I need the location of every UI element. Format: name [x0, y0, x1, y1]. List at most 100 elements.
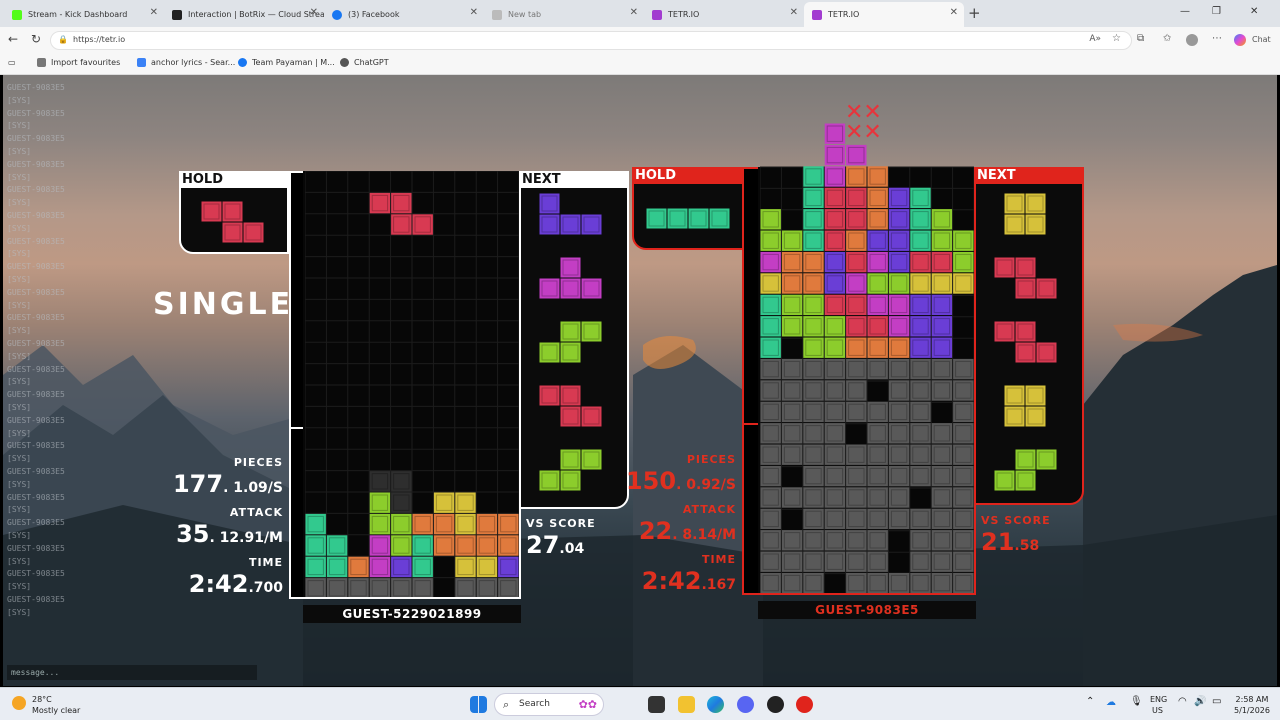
battery-icon[interactable]: ▭: [1212, 697, 1221, 707]
edge-icon[interactable]: [707, 696, 724, 713]
mino-block: [888, 380, 910, 401]
close-tab-icon[interactable]: ✕: [470, 7, 478, 18]
new-tab-plus-icon[interactable]: +: [968, 4, 981, 22]
mino-block: [867, 508, 888, 530]
microphone-icon[interactable]: 🎙: [1130, 697, 1143, 707]
tab-facebook[interactable]: (3) Facebook ✕: [324, 2, 484, 27]
close-tab-icon[interactable]: ✕: [150, 7, 158, 18]
weather-icon[interactable]: [12, 696, 26, 710]
kick-icon: [12, 9, 22, 20]
onedrive-icon[interactable]: ☁: [1106, 698, 1116, 708]
mino-block: [803, 166, 824, 187]
chat-line: GUEST-9083E5: [7, 262, 65, 272]
mino-block: [953, 508, 974, 530]
mino-block: [760, 380, 781, 401]
mino-block: [824, 487, 846, 508]
mino-block: [846, 209, 867, 230]
chat-line: GUEST-9083E5: [7, 211, 65, 220]
discord-icon[interactable]: [737, 696, 754, 713]
task-view-icon[interactable]: [648, 696, 665, 713]
mino-block: [888, 401, 910, 423]
url-input[interactable]: 🔒 https://tetr.io A» ☆: [50, 31, 1132, 50]
mino-block: [846, 187, 867, 209]
favorite-star-icon[interactable]: ☆: [1112, 33, 1121, 44]
tab-botrix[interactable]: Interaction | BotRix — Cloud Stream ✕: [164, 2, 324, 27]
recording-app-icon[interactable]: [796, 696, 813, 713]
restore-icon[interactable]: ❐: [1212, 6, 1221, 17]
mino-block: [910, 358, 931, 380]
left-attack-rate: . 12.91/M: [209, 530, 283, 546]
extensions-icon[interactable]: ⧉: [1137, 33, 1144, 44]
close-tab-icon[interactable]: ✕: [630, 7, 638, 18]
file-explorer-icon[interactable]: [678, 696, 695, 713]
start-windows-icon[interactable]: [470, 696, 487, 713]
copilot-icon[interactable]: [1234, 34, 1246, 46]
taskbar-search-input[interactable]: ⌕ Search ✿✿: [494, 693, 604, 716]
mino-block: [867, 209, 888, 230]
right-time-ms: .167: [701, 577, 736, 593]
minimize-icon[interactable]: —: [1180, 6, 1190, 17]
mino-block: [803, 444, 824, 465]
more-menu-icon[interactable]: ⋯: [1212, 33, 1222, 44]
left-time-value: 2:42.700: [133, 570, 283, 598]
back-icon[interactable]: ←: [8, 32, 18, 46]
left-pieces-label: PIECES: [233, 456, 283, 469]
close-tab-icon[interactable]: ✕: [950, 7, 958, 18]
close-tab-icon[interactable]: ✕: [790, 7, 798, 18]
tetrio-game-area: GUEST-9083E5 [SYS] GUEST-9083E5 [SYS] GUEST-…: [3, 75, 1277, 686]
tray-chevron-icon[interactable]: ⌃: [1086, 697, 1094, 707]
mino-block: [910, 572, 931, 593]
mino-block: [781, 358, 803, 380]
profile-avatar-icon[interactable]: [1186, 34, 1198, 46]
mino-block: [824, 551, 846, 572]
clear-type-text: SINGLE: [153, 287, 294, 322]
clock-date[interactable]: 5/1/2026: [1230, 706, 1274, 716]
clock-time[interactable]: 2:58 AM: [1230, 695, 1274, 705]
mino-block: [803, 337, 824, 358]
mino-block: [760, 251, 781, 273]
tab-tetrio-1[interactable]: TETR.IO ✕: [644, 2, 804, 27]
mino-block: [910, 444, 931, 465]
mino-block: [305, 556, 326, 578]
chat-label[interactable]: Chat: [1252, 35, 1271, 44]
left-hold-label: HOLD: [179, 171, 289, 188]
chat-line: GUEST-9083E5: [7, 595, 65, 604]
close-tab-icon[interactable]: ✕: [310, 7, 318, 18]
top-out-x-marks-icon: ✕✕ ✕✕: [845, 100, 882, 145]
mino-block: [369, 492, 391, 513]
mino-block: [348, 556, 369, 578]
favorites-icon[interactable]: ✩: [1163, 33, 1171, 44]
mino-block: [498, 556, 519, 578]
mino-block: [846, 572, 867, 593]
close-window-icon[interactable]: ✕: [1250, 6, 1258, 17]
volume-icon[interactable]: 🔊: [1194, 697, 1206, 707]
mino-block: [498, 513, 519, 535]
chat-line: GUEST-9083E5: [7, 467, 65, 476]
tab-new[interactable]: New tab ✕: [484, 2, 644, 27]
favorite-chatgpt[interactable]: ChatGPT: [340, 58, 389, 67]
app-icon[interactable]: [767, 696, 784, 713]
tetrio-icon: [812, 9, 822, 20]
favorite-import[interactable]: Import favourites: [37, 58, 120, 67]
mino-block: [888, 444, 910, 465]
mino-block: [760, 423, 781, 444]
favorite-anchor-lyrics[interactable]: anchor lyrics - Sear...: [137, 58, 235, 67]
refresh-icon[interactable]: ↻: [31, 32, 41, 46]
right-hold-label: HOLD: [632, 167, 744, 184]
chat-line: [SYS]: [7, 454, 32, 464]
tab-kick[interactable]: Stream - Kick Dashboard ✕: [4, 2, 164, 27]
wifi-icon[interactable]: ◠: [1178, 697, 1187, 707]
mino-block: [931, 209, 953, 230]
mino-block: [953, 487, 974, 508]
chat-message-input[interactable]: message...: [7, 665, 257, 680]
read-aloud-icon[interactable]: A»: [1089, 34, 1101, 44]
language-top[interactable]: ENG: [1150, 695, 1167, 705]
mino-block: [824, 465, 846, 487]
language-bottom[interactable]: US: [1152, 706, 1163, 716]
tab-tetrio-active[interactable]: TETR.IO ✕: [804, 2, 964, 27]
favorites-menu-icon[interactable]: ▭: [8, 58, 16, 67]
mino-block: [910, 294, 931, 316]
mino-block: [369, 192, 391, 214]
favorite-team-payaman[interactable]: Team Payaman | M...: [238, 58, 335, 67]
chatgpt-icon: [340, 58, 349, 67]
